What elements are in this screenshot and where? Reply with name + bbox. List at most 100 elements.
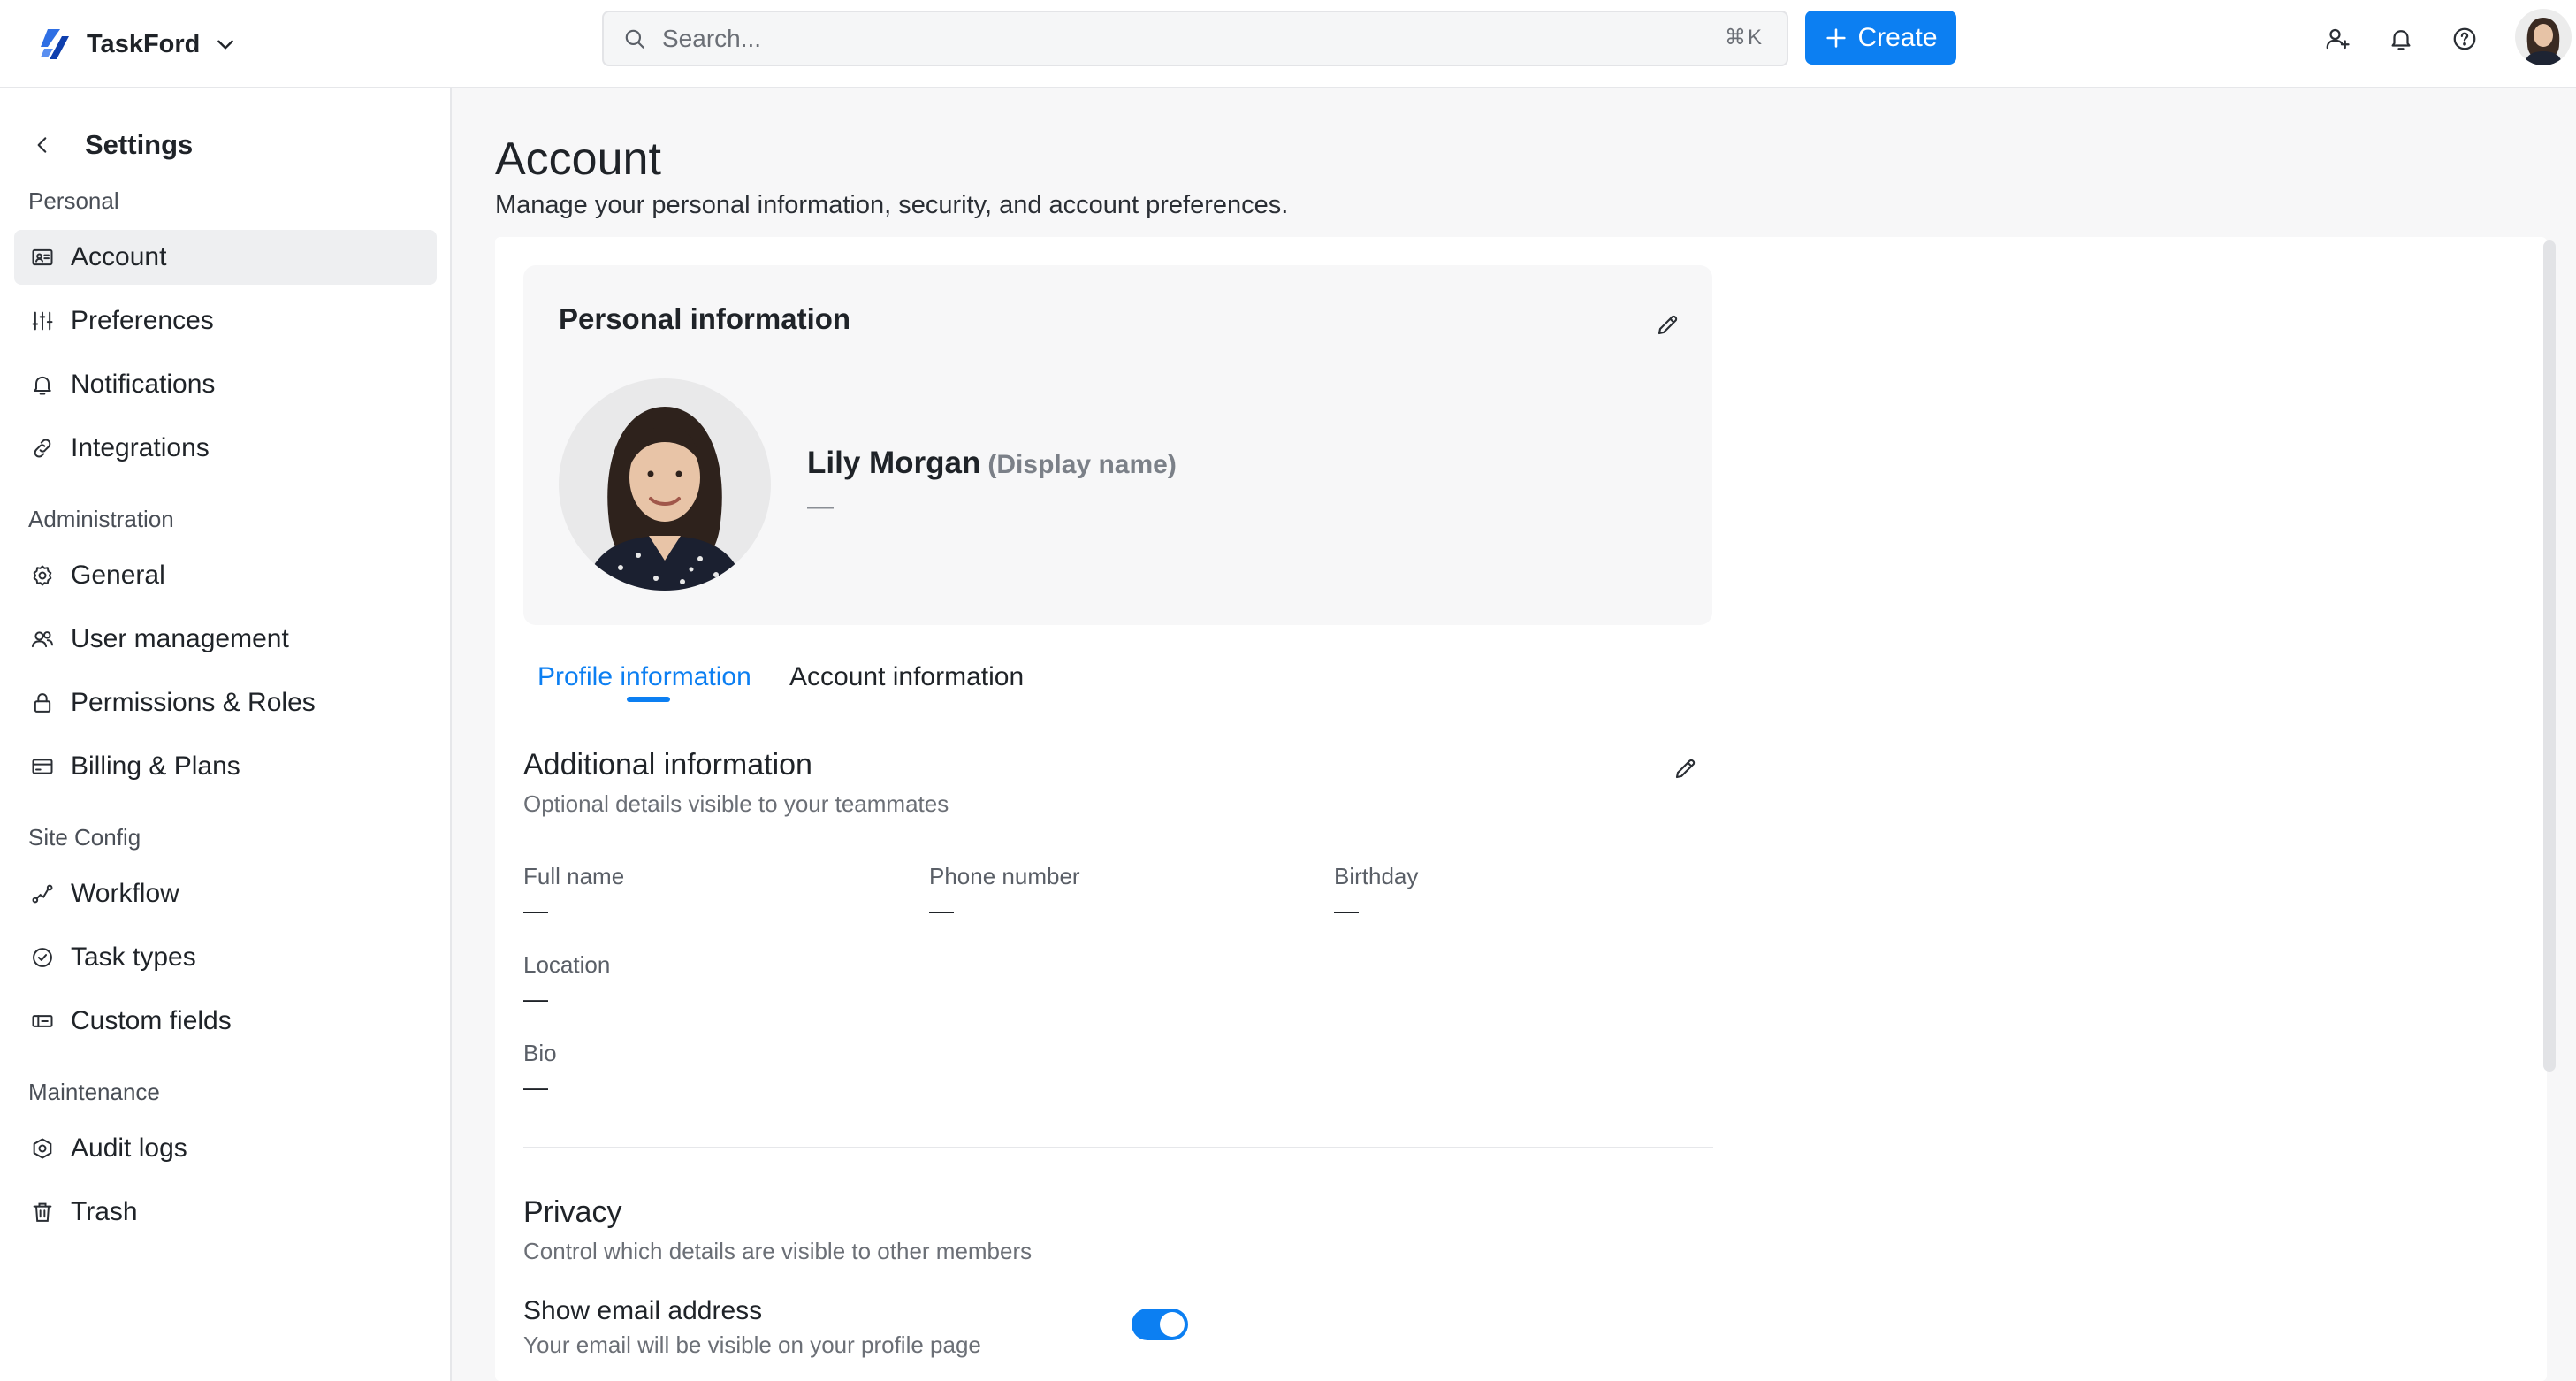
additional-information-description: Optional details visible to your teammat…: [523, 790, 949, 817]
search-shortcut: ⌘K: [1724, 26, 1764, 50]
help-icon: [2453, 27, 2476, 50]
sidebar-item-label: Billing & Plans: [71, 752, 240, 781]
custom-fields-icon: [29, 1008, 56, 1034]
sidebar-item-billing-plans[interactable]: Billing & Plans: [14, 739, 437, 794]
show-email-label: Show email address: [523, 1296, 763, 1325]
page-title: Account: [495, 134, 661, 185]
field-label-full-name: Full name: [523, 863, 625, 889]
workspace-switcher[interactable]: TaskFord: [35, 19, 237, 69]
personal-information-title: Personal information: [559, 302, 851, 335]
field-label-location: Location: [523, 951, 611, 978]
id-card-icon: [29, 244, 56, 271]
app-name: TaskFord: [87, 29, 201, 58]
sidebar-header: Settings: [25, 120, 193, 170]
sidebar-item-custom-fields[interactable]: Custom fields: [14, 994, 437, 1049]
sidebar-item-label: Preferences: [71, 306, 214, 335]
sidebar-item-label: General: [71, 561, 165, 590]
tab-account-information[interactable]: Account information: [789, 658, 1024, 697]
lock-icon: [29, 690, 56, 716]
users-icon: [29, 626, 56, 652]
back-button[interactable]: [25, 127, 60, 163]
privacy-description: Control which details are visible to oth…: [523, 1238, 1033, 1264]
section-divider: [523, 1147, 1713, 1148]
user-avatar[interactable]: [2515, 9, 2572, 65]
sidebar-item-preferences[interactable]: Preferences: [14, 294, 437, 348]
sidebar-item-label: Task types: [71, 942, 196, 972]
sidebar-item-task-types[interactable]: Task types: [14, 930, 437, 985]
scrollbar[interactable]: [2543, 240, 2556, 1072]
user-avatar-photo: [2515, 9, 2572, 65]
credit-card-icon: [29, 753, 56, 780]
bell-icon: [29, 371, 56, 398]
search-input[interactable]: [662, 19, 1635, 58]
pencil-icon: [1658, 315, 1678, 335]
field-value-phone-number: —: [929, 897, 954, 924]
gear-icon: [29, 562, 56, 589]
profile-photo: [559, 378, 771, 591]
field-value-birthday: —: [1334, 897, 1359, 924]
sidebar-item-audit-logs[interactable]: Audit logs: [14, 1121, 437, 1176]
sidebar-item-label: Account: [71, 242, 167, 271]
sidebar-item-label: Trash: [71, 1197, 138, 1226]
sidebar-item-label: Audit logs: [71, 1133, 187, 1163]
create-button-label: Create: [1857, 22, 1938, 52]
bell-icon: [2391, 30, 2411, 50]
search-bar[interactable]: ⌘K: [602, 11, 1788, 66]
show-email-toggle[interactable]: [1132, 1309, 1188, 1340]
sidebar-item-label: Custom fields: [71, 1006, 232, 1035]
help-button[interactable]: [2445, 19, 2484, 58]
create-button[interactable]: Create: [1805, 11, 1956, 65]
toggle-knob: [1160, 1312, 1185, 1337]
field-value-full-name: —: [523, 897, 548, 924]
display-name-hint: (Display name): [987, 450, 1177, 479]
edit-additional-info-button[interactable]: [1664, 746, 1708, 790]
sliders-icon: [29, 308, 56, 334]
sidebar-item-integrations[interactable]: Integrations: [14, 421, 437, 476]
privacy-title: Privacy: [523, 1195, 622, 1229]
notifications-button[interactable]: [2382, 19, 2420, 58]
sidebar-item-label: Notifications: [71, 370, 216, 399]
section-label-site-config: Site Config: [28, 824, 141, 851]
check-circle-icon: [29, 944, 56, 971]
sidebar-title: Settings: [85, 129, 194, 160]
sidebar-item-permissions-roles[interactable]: Permissions & Roles: [14, 675, 437, 730]
edit-personal-info-button[interactable]: [1646, 302, 1690, 347]
sidebar-item-label: Permissions & Roles: [71, 688, 316, 717]
search-icon: [625, 29, 644, 49]
show-email-description: Your email will be visible on your profi…: [523, 1331, 981, 1358]
workflow-icon: [29, 881, 56, 907]
sidebar-item-trash[interactable]: Trash: [14, 1185, 437, 1240]
top-bar: TaskFord ⌘K Create: [0, 0, 2576, 88]
sidebar-item-account[interactable]: Account: [14, 230, 437, 285]
section-label-maintenance: Maintenance: [28, 1079, 160, 1105]
display-name: Lily Morgan (Display name): [807, 446, 1177, 481]
sidebar-item-label: Integrations: [71, 433, 210, 462]
tab-profile-information[interactable]: Profile information: [537, 658, 751, 697]
shield-icon: [29, 1135, 56, 1162]
field-label-birthday: Birthday: [1334, 863, 1419, 889]
page-subtitle: Manage your personal information, securi…: [495, 191, 1289, 219]
trash-icon: [29, 1199, 56, 1225]
sidebar-item-label: User management: [71, 624, 289, 653]
chevron-left-icon: [37, 137, 47, 153]
sidebar-item-general[interactable]: General: [14, 548, 437, 603]
profile-avatar: [559, 378, 771, 591]
sidebar-item-notifications[interactable]: Notifications: [14, 357, 437, 412]
additional-information-title: Additional information: [523, 748, 812, 782]
section-label-administration: Administration: [28, 506, 174, 532]
field-label-bio: Bio: [523, 1040, 557, 1066]
pencil-icon: [1675, 759, 1696, 779]
sidebar-item-user-management[interactable]: User management: [14, 612, 437, 667]
field-value-location: —: [523, 985, 548, 1012]
active-tab-indicator: [627, 697, 670, 702]
link-icon: [29, 435, 56, 462]
settings-sidebar: Settings Personal Account Preferences No…: [0, 88, 452, 1381]
taskford-logo-icon: [41, 29, 69, 59]
sidebar-item-workflow[interactable]: Workflow: [14, 866, 437, 921]
invite-user-button[interactable]: [2318, 19, 2357, 58]
section-label-personal: Personal: [28, 187, 119, 214]
personal-information-card: Personal information Lily Morgan (Display…: [523, 265, 1712, 625]
chevron-down-icon: [217, 40, 234, 50]
sidebar-item-label: Workflow: [71, 879, 179, 908]
field-label-phone-number: Phone number: [929, 863, 1080, 889]
